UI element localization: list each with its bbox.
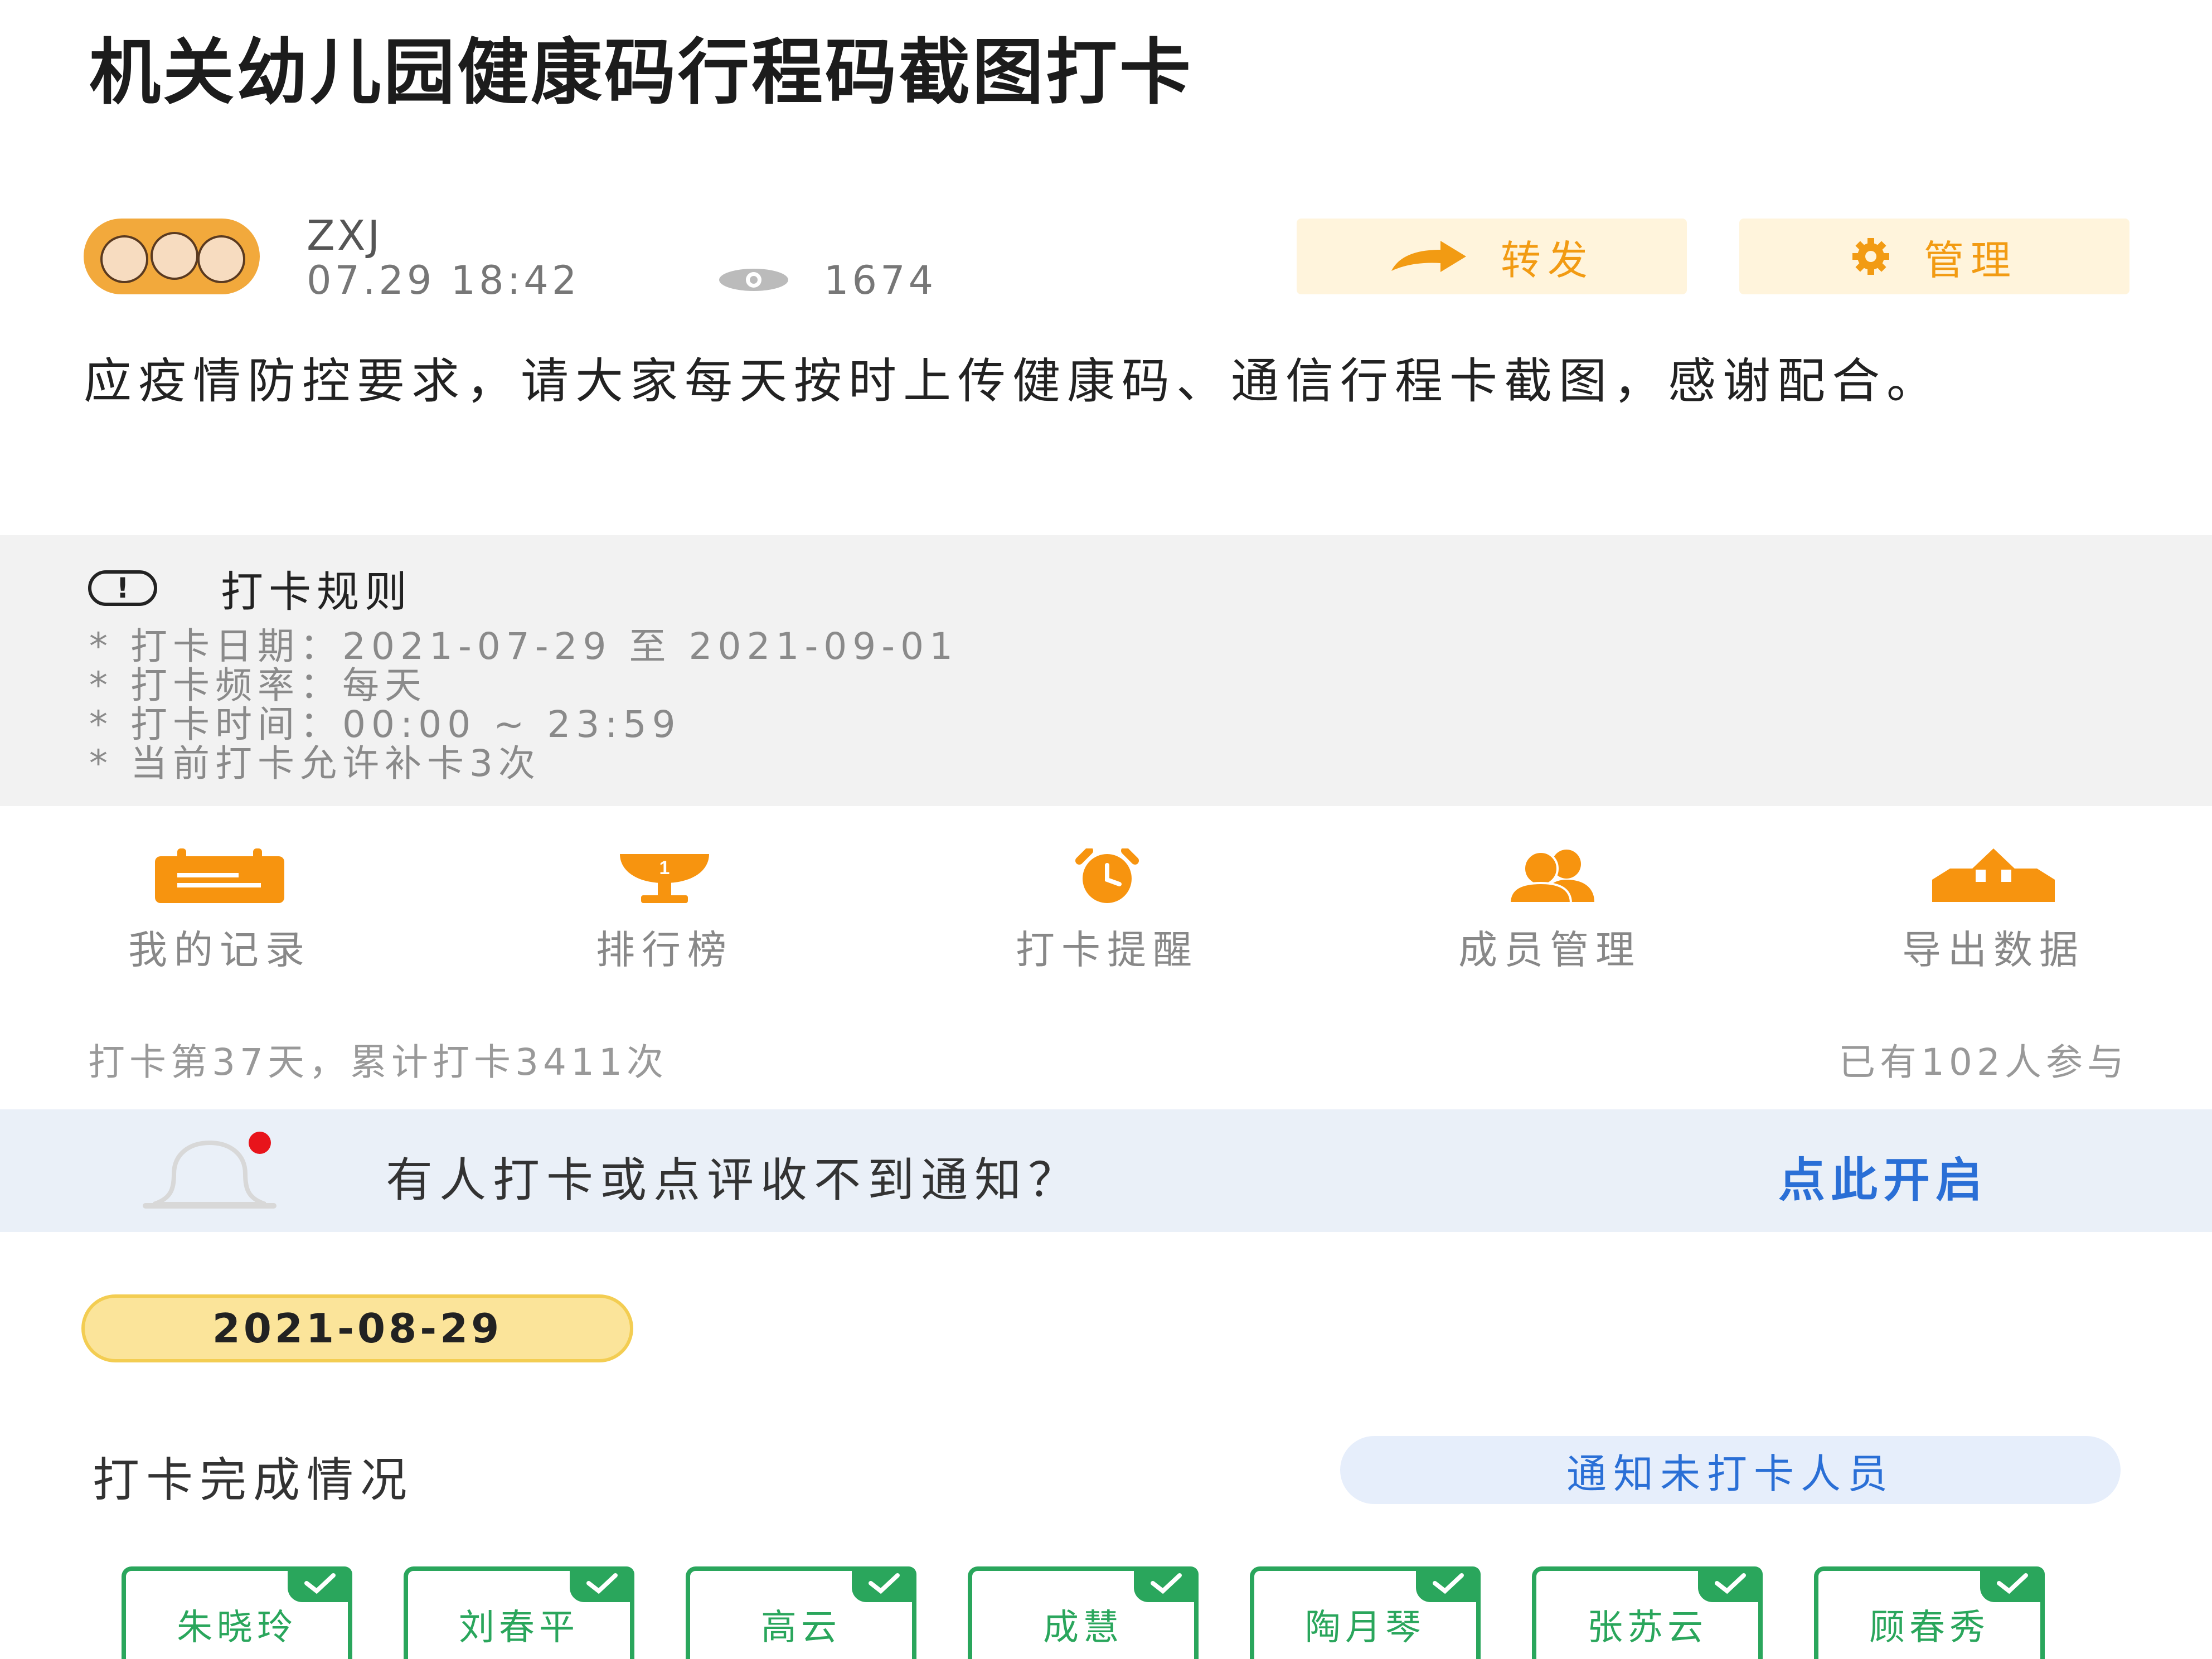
my-records-button[interactable]: 我的记录 [64, 836, 376, 973]
date-badge[interactable]: 2021-08-29 [81, 1294, 633, 1362]
manage-button[interactable]: 管理 [1739, 219, 2129, 294]
member-name: 刘春平 [459, 1607, 579, 1648]
notice-text: 有人打卡或点评收不到通知？ [386, 1153, 1082, 1207]
enable-notification-link[interactable]: 点此开启 [1778, 1143, 1988, 1210]
checkmark-icon [1134, 1566, 1199, 1602]
grid-item-label: 打卡提醒 [1016, 927, 1199, 973]
export-data-button[interactable]: 导出数据 [1837, 836, 2150, 973]
member-tag[interactable]: 成慧 [968, 1566, 1199, 1659]
rules-heading: ! 打卡规则 [88, 557, 413, 619]
eye-icon [719, 269, 788, 291]
trophy-icon: 1 [620, 854, 709, 903]
notify-unchecked-button[interactable]: 通知未打卡人员 [1340, 1436, 2121, 1504]
notification-banner[interactable]: 有人打卡或点评收不到通知？ 点此开启 [0, 1109, 2212, 1232]
checkmark-icon [1416, 1566, 1481, 1602]
forward-label: 转发 [1500, 236, 1594, 284]
grid-item-label: 成员管理 [1458, 927, 1641, 973]
member-name: 陶月琴 [1305, 1607, 1425, 1648]
grid-item-label: 我的记录 [128, 927, 311, 973]
calendar-icon [155, 848, 284, 903]
info-icon: ! [88, 570, 157, 606]
member-tag[interactable]: 陶月琴 [1250, 1566, 1481, 1659]
rules-heading-label: 打卡规则 [221, 567, 413, 617]
reminder-button[interactable]: 打卡提醒 [951, 836, 1263, 973]
checkmark-icon [570, 1566, 634, 1602]
forward-button[interactable]: 转发 [1297, 219, 1687, 294]
manage-label: 管理 [1923, 236, 2017, 284]
author-name[interactable]: ZXJ [307, 212, 382, 260]
avatar-face-icon [100, 235, 148, 283]
member-name: 顾春秀 [1869, 1607, 1990, 1648]
leaderboard-button[interactable]: 1 排行榜 [508, 836, 821, 973]
post-description: 应疫情防控要求，请大家每天按时上传健康码、通信行程卡截图，感谢配合。 [84, 353, 1941, 409]
member-tag[interactable]: 顾春秀 [1814, 1566, 2045, 1659]
member-name: 高云 [761, 1607, 841, 1648]
rule-makeup: * 当前打卡允许补卡3次 [89, 742, 541, 785]
share-arrow-icon [1391, 241, 1466, 272]
checkmark-icon [1980, 1566, 2045, 1602]
people-icon [1508, 850, 1594, 904]
grid-item-label: 导出数据 [1902, 927, 2085, 973]
member-name: 成慧 [1043, 1607, 1123, 1648]
view-count: 1674 [824, 258, 937, 303]
bell-icon [143, 1132, 276, 1209]
avatar-face-icon [197, 235, 245, 283]
post-datetime: 07.29 18:42 [307, 258, 580, 303]
participant-count: 已有102人参与 [1839, 1041, 2128, 1084]
member-tag[interactable]: 朱晓玲 [122, 1566, 352, 1659]
rules-panel: ! 打卡规则 * 打卡日期：2021-07-29 至 2021-09-01 * … [0, 535, 2212, 806]
completion-title: 打卡完成情况 [93, 1453, 414, 1507]
member-management-button[interactable]: 成员管理 [1394, 836, 1706, 973]
member-tag[interactable]: 高云 [686, 1566, 916, 1659]
checkmark-icon [852, 1566, 916, 1602]
member-name: 朱晓玲 [177, 1607, 297, 1648]
member-name: 张苏云 [1587, 1607, 1707, 1648]
gear-icon [1852, 238, 1889, 275]
avatar-face-icon [151, 232, 198, 280]
avatar[interactable] [84, 219, 260, 294]
page-title: 机关幼儿园健康码行程码截图打卡 [89, 31, 1194, 114]
export-icon [1932, 848, 2055, 902]
checkmark-icon [1698, 1566, 1763, 1602]
alarm-clock-icon [1075, 848, 1139, 903]
member-tag[interactable]: 刘春平 [404, 1566, 634, 1659]
grid-item-label: 排行榜 [596, 927, 733, 973]
member-tag[interactable]: 张苏云 [1532, 1566, 1763, 1659]
feature-grid: 我的记录 1 排行榜 打卡提醒 成员管理 导出数据 [0, 836, 2212, 973]
svg-text:1: 1 [659, 857, 670, 879]
checkin-progress: 打卡第37天，累计打卡3411次 [88, 1041, 668, 1084]
checkmark-icon [288, 1566, 352, 1602]
